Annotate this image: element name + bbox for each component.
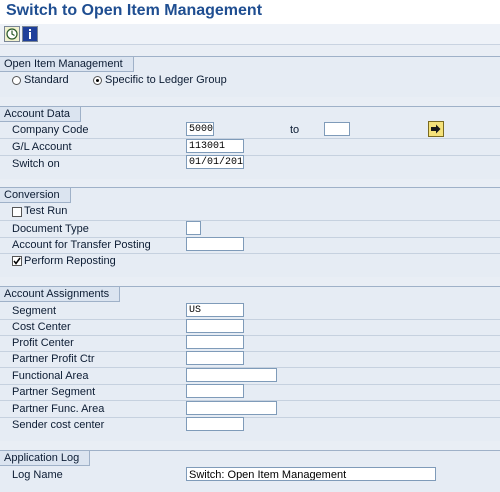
- cost-center-label: Cost Center: [12, 321, 71, 333]
- switch-on-date-field[interactable]: 01/01/2012: [186, 155, 244, 169]
- gl-account-label: G/L Account: [12, 141, 72, 153]
- partner-func-area-label: Partner Func. Area: [12, 403, 105, 415]
- profit-center-label: Profit Center: [12, 337, 74, 349]
- company-code-from-field[interactable]: 5000: [186, 122, 214, 136]
- to-label: to: [290, 124, 300, 136]
- section-header: Account Data: [0, 107, 82, 122]
- segment-field[interactable]: US: [186, 303, 244, 317]
- switch-on-label: Switch on: [12, 158, 60, 170]
- account-assignments-section: Account Assignments Segment US Cost Cent…: [0, 286, 500, 441]
- execute-clock-icon[interactable]: [4, 26, 20, 42]
- page-title: Switch to Open Item Management: [6, 2, 263, 19]
- log-name-field[interactable]: Switch: Open Item Management: [186, 467, 436, 481]
- info-icon[interactable]: [22, 26, 38, 42]
- log-name-label: Log Name: [12, 469, 63, 481]
- application-toolbar: [0, 24, 500, 45]
- title-bar: Switch to Open Item Management: [0, 0, 500, 24]
- row-separator: [0, 220, 500, 221]
- row-separator: [0, 138, 500, 139]
- document-type-label: Document Type: [12, 223, 89, 235]
- cost-center-field[interactable]: [186, 319, 244, 333]
- section-header: Conversion: [0, 188, 71, 203]
- partner-profit-center-field[interactable]: [186, 351, 244, 365]
- partner-profit-center-label: Partner Profit Ctr: [12, 353, 95, 365]
- partner-segment-label: Partner Segment: [12, 386, 96, 398]
- functional-area-label: Functional Area: [12, 370, 89, 382]
- conversion-section: Conversion Test Run Document Type Accoun…: [0, 187, 500, 277]
- segment-label: Segment: [12, 305, 57, 317]
- partner-segment-field[interactable]: [186, 384, 244, 398]
- footer-strip: [0, 488, 500, 492]
- row-separator: [0, 237, 500, 238]
- specific-ledger-group-label: Specific to Ledger Group: [105, 74, 227, 86]
- row-separator: [0, 417, 500, 418]
- profit-center-field[interactable]: [186, 335, 244, 349]
- standard-label: Standard: [24, 74, 69, 86]
- partner-func-area-field[interactable]: [186, 401, 277, 415]
- company-code-to-field[interactable]: [324, 122, 350, 136]
- test-run-checkbox[interactable]: [12, 207, 22, 217]
- multiple-selection-arrow-icon[interactable]: [428, 121, 444, 137]
- test-run-label: Test Run: [24, 205, 68, 217]
- perform-reposting-label: Perform Reposting: [24, 255, 116, 267]
- row-separator: [0, 319, 500, 320]
- row-separator: [0, 384, 500, 385]
- section-header: Open Item Management: [0, 57, 134, 72]
- section-header: Application Log: [0, 451, 91, 466]
- functional-area-field[interactable]: [186, 368, 277, 382]
- standard-radio[interactable]: [12, 76, 21, 85]
- perform-reposting-checkbox[interactable]: [12, 256, 22, 266]
- company-code-label: Company Code: [12, 124, 89, 136]
- sender-cost-center-label: Sender cost center: [12, 419, 105, 431]
- row-separator: [0, 335, 500, 336]
- row-separator: [0, 155, 500, 156]
- transfer-account-label: Account for Transfer Posting: [12, 239, 151, 251]
- specific-ledger-group-radio[interactable]: [93, 76, 102, 85]
- row-separator: [0, 253, 500, 254]
- gl-account-field[interactable]: 113001: [186, 139, 244, 153]
- section-header: Account Assignments: [0, 287, 121, 302]
- account-data-section: Account Data Company Code 5000 to G/L Ac…: [0, 106, 500, 179]
- open-item-management-section: Open Item Management Standard Specific t…: [0, 56, 500, 97]
- sender-cost-center-field[interactable]: [186, 417, 244, 431]
- transfer-account-field[interactable]: [186, 237, 244, 251]
- document-type-field[interactable]: [186, 221, 201, 235]
- row-separator: [0, 351, 500, 352]
- application-log-section: Application Log Log Name Switch: Open It…: [0, 450, 500, 489]
